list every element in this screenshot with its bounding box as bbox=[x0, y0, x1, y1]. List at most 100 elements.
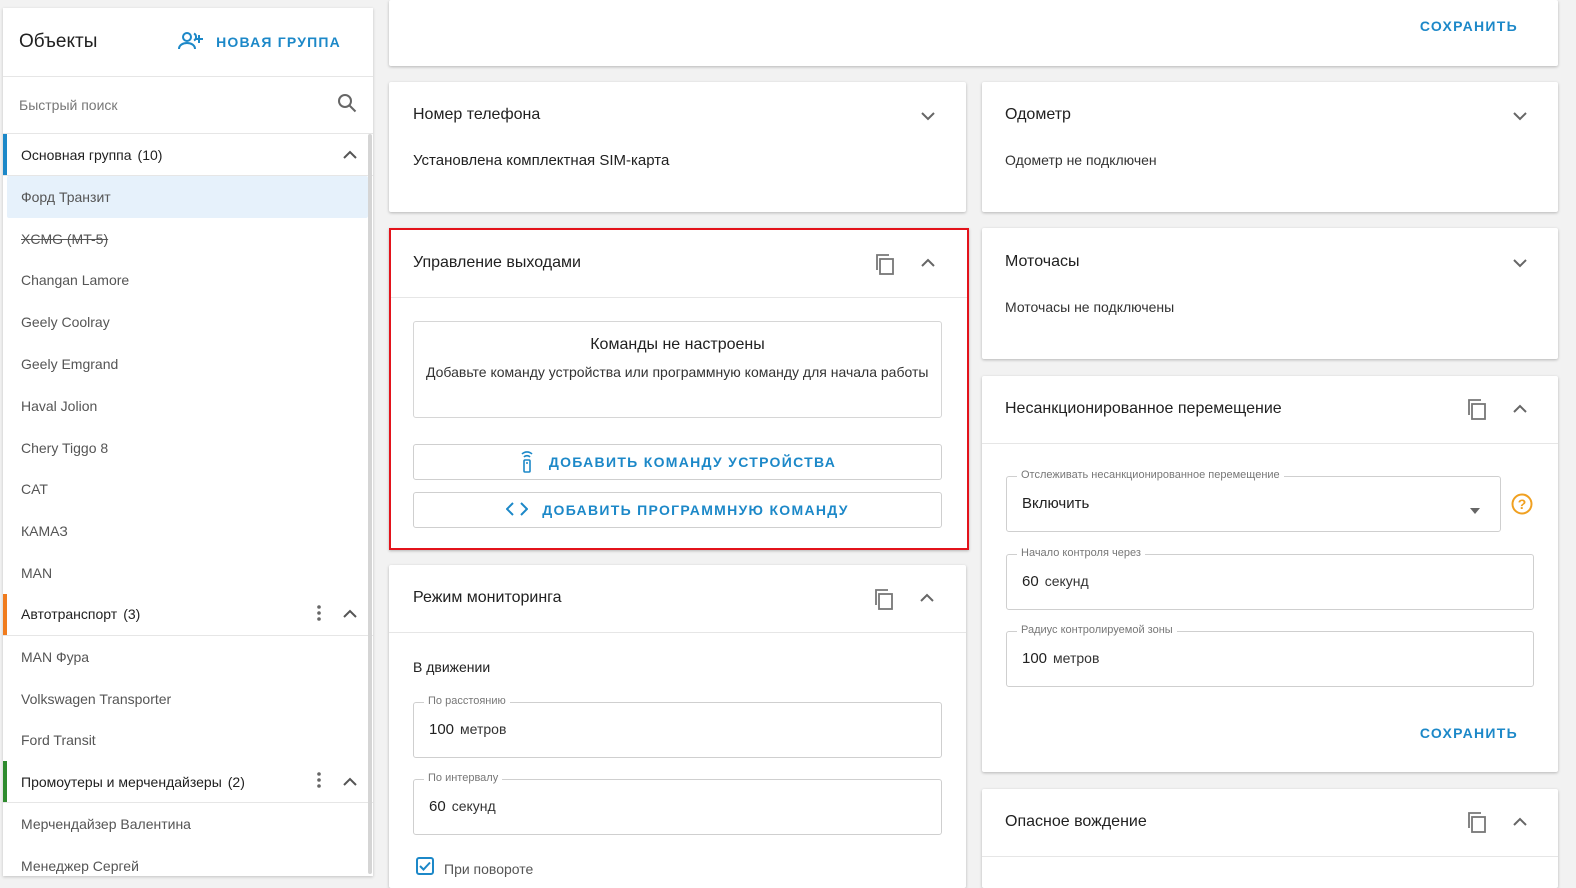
add-program-command-button[interactable]: ДОБАВИТЬ ПРОГРАММНУЮ КОМАНДУ bbox=[413, 492, 942, 528]
svg-text:?: ? bbox=[1518, 496, 1527, 512]
radius-value: 100 bbox=[1022, 650, 1048, 667]
field-value: 60 секунд bbox=[1022, 573, 1089, 590]
help-icon[interactable]: ? bbox=[1511, 493, 1533, 520]
copy-icon[interactable] bbox=[1465, 810, 1489, 834]
group-header-main[interactable]: Основная группа (10) bbox=[3, 134, 373, 176]
chevron-up-icon[interactable] bbox=[1512, 401, 1528, 417]
unauthorized-card-title: Несанкционированное перемещение bbox=[1005, 400, 1282, 417]
more-vert-icon[interactable] bbox=[317, 772, 321, 791]
search-input[interactable] bbox=[19, 97, 337, 113]
search-icon[interactable] bbox=[337, 93, 357, 118]
group-header-transport[interactable]: Автотранспорт (3) bbox=[3, 593, 373, 636]
copy-icon[interactable] bbox=[873, 252, 897, 276]
monitoring-card-title: Режим мониторинга bbox=[413, 589, 562, 606]
list-item[interactable]: CAT bbox=[3, 469, 373, 511]
list-item[interactable]: Менеджер Сергей bbox=[3, 845, 373, 876]
distance-unit: метров bbox=[460, 721, 507, 737]
save-button[interactable]: СОХРАНИТЬ bbox=[1420, 725, 1518, 741]
checkbox-checked-icon[interactable] bbox=[416, 857, 434, 880]
chevron-up-icon[interactable] bbox=[1512, 814, 1528, 830]
odometer-card: Одометр Одометр не подключен bbox=[982, 82, 1558, 212]
list-item[interactable]: Geely Coolray bbox=[3, 301, 373, 343]
phone-text: Установлена комплектная SIM-карта bbox=[413, 152, 670, 169]
field-value: 100 метров bbox=[1022, 650, 1099, 667]
phone-card-title: Номер телефона bbox=[413, 106, 541, 123]
field-label: По расстоянию bbox=[424, 695, 510, 707]
save-button[interactable]: СОХРАНИТЬ bbox=[1420, 18, 1518, 34]
chevron-up-icon[interactable] bbox=[343, 606, 357, 622]
section-heading: В движении bbox=[413, 659, 491, 675]
dangerous-card-title: Опасное вождение bbox=[1005, 813, 1147, 830]
list-item[interactable]: MAN bbox=[3, 552, 373, 594]
divider bbox=[391, 297, 967, 298]
copy-icon[interactable] bbox=[872, 587, 896, 611]
group-count: (3) bbox=[123, 606, 141, 623]
field-label: Отслеживать несанкционированное перемеще… bbox=[1017, 469, 1284, 481]
track-movement-select[interactable]: Отслеживать несанкционированное перемеще… bbox=[1006, 469, 1501, 532]
turn-checkbox-row[interactable]: При повороте bbox=[416, 857, 533, 880]
phone-card: Номер телефона Установлена комплектная S… bbox=[389, 82, 966, 212]
chevron-down-icon[interactable] bbox=[1512, 255, 1528, 271]
list-item[interactable]: Ford Transit bbox=[3, 720, 373, 762]
dropdown-arrow-icon[interactable] bbox=[1470, 501, 1480, 519]
chevron-down-icon[interactable] bbox=[1512, 108, 1528, 124]
list-item[interactable]: XCMG (MT-5) bbox=[3, 218, 373, 260]
chevron-down-icon[interactable] bbox=[920, 108, 936, 124]
list-item[interactable]: Geely Emgrand bbox=[3, 343, 373, 385]
motohours-card: Моточасы Моточасы не подключены bbox=[982, 228, 1558, 359]
list-item[interactable]: КАМАЗ bbox=[3, 510, 373, 552]
motohours-card-title: Моточасы bbox=[1005, 253, 1080, 270]
list-item[interactable]: MAN Фура bbox=[3, 636, 373, 678]
chevron-up-icon[interactable] bbox=[920, 255, 936, 271]
more-vert-icon[interactable] bbox=[317, 605, 321, 624]
sidebar-scrollbar[interactable] bbox=[368, 134, 372, 874]
group-name: Промоутеры и мерчендайзеры bbox=[21, 773, 222, 790]
list-item[interactable]: Мерчендайзер Валентина bbox=[3, 803, 373, 845]
chevron-up-icon[interactable] bbox=[343, 774, 357, 790]
control-radius-field[interactable]: Радиус контролируемой зоны 100 метров bbox=[1006, 624, 1534, 687]
turn-label: При повороте bbox=[444, 860, 534, 877]
field-value: 60 секунд bbox=[429, 798, 496, 815]
list-item[interactable]: Changan Lamore bbox=[3, 260, 373, 302]
radius-unit: метров bbox=[1053, 650, 1100, 666]
list-item[interactable]: Форд Транзит bbox=[7, 176, 368, 218]
dangerous-driving-card: Опасное вождение bbox=[982, 789, 1558, 888]
objects-list: Основная группа (10) Форд Транзит XCMG (… bbox=[3, 134, 373, 876]
list-item[interactable]: Chery Tiggo 8 bbox=[3, 427, 373, 469]
add-device-command-label: ДОБАВИТЬ КОМАНДУ УСТРОЙСТВА bbox=[548, 454, 837, 470]
field-label: По интервалу bbox=[424, 772, 503, 784]
interval-field[interactable]: По интервалу 60 секунд bbox=[413, 772, 942, 835]
empty-commands-title: Команды не настроены bbox=[590, 336, 765, 353]
sidebar-header: Объекты НОВАЯ ГРУППА bbox=[3, 8, 373, 77]
interval-value: 60 bbox=[429, 798, 446, 815]
list-item[interactable]: Volkswagen Transporter bbox=[3, 678, 373, 720]
code-icon bbox=[505, 501, 529, 519]
remote-icon bbox=[519, 449, 535, 476]
group-count: (10) bbox=[137, 146, 163, 163]
sidebar-title: Объекты bbox=[19, 31, 98, 52]
add-program-command-label: ДОБАВИТЬ ПРОГРАММНУЮ КОМАНДУ bbox=[542, 502, 849, 518]
distance-field[interactable]: По расстоянию 100 метров bbox=[413, 695, 942, 758]
motohours-text: Моточасы не подключены bbox=[1005, 299, 1175, 315]
select-value: Включить bbox=[1022, 495, 1090, 512]
new-group-label: НОВАЯ ГРУППА bbox=[216, 34, 341, 50]
divider bbox=[982, 856, 1558, 857]
new-group-button[interactable]: НОВАЯ ГРУППА bbox=[178, 31, 341, 54]
list-item[interactable]: Haval Jolion bbox=[3, 385, 373, 427]
group-name: Основная группа bbox=[21, 146, 132, 163]
divider bbox=[982, 443, 1558, 444]
quick-search bbox=[3, 77, 373, 134]
top-save-bar: СОХРАНИТЬ bbox=[389, 0, 1558, 66]
objects-sidebar: Объекты НОВАЯ ГРУППА Основная группа (10… bbox=[3, 8, 373, 876]
unauthorized-movement-card: Несанкционированное перемещение Отслежив… bbox=[982, 376, 1558, 772]
empty-commands-text: Добавьте команду устройства или программ… bbox=[426, 364, 929, 380]
odometer-text: Одометр не подключен bbox=[1005, 152, 1157, 168]
chevron-up-icon[interactable] bbox=[343, 147, 357, 163]
start-control-field[interactable]: Начало контроля через 60 секунд bbox=[1006, 547, 1534, 610]
group-header-promoters[interactable]: Промоутеры и мерчендайзеры (2) bbox=[3, 761, 373, 804]
copy-icon[interactable] bbox=[1465, 397, 1489, 421]
add-device-command-button[interactable]: ДОБАВИТЬ КОМАНДУ УСТРОЙСТВА bbox=[413, 444, 942, 480]
field-value: 100 метров bbox=[429, 721, 506, 738]
group-name: Автотранспорт bbox=[21, 606, 118, 623]
chevron-up-icon[interactable] bbox=[919, 590, 935, 606]
